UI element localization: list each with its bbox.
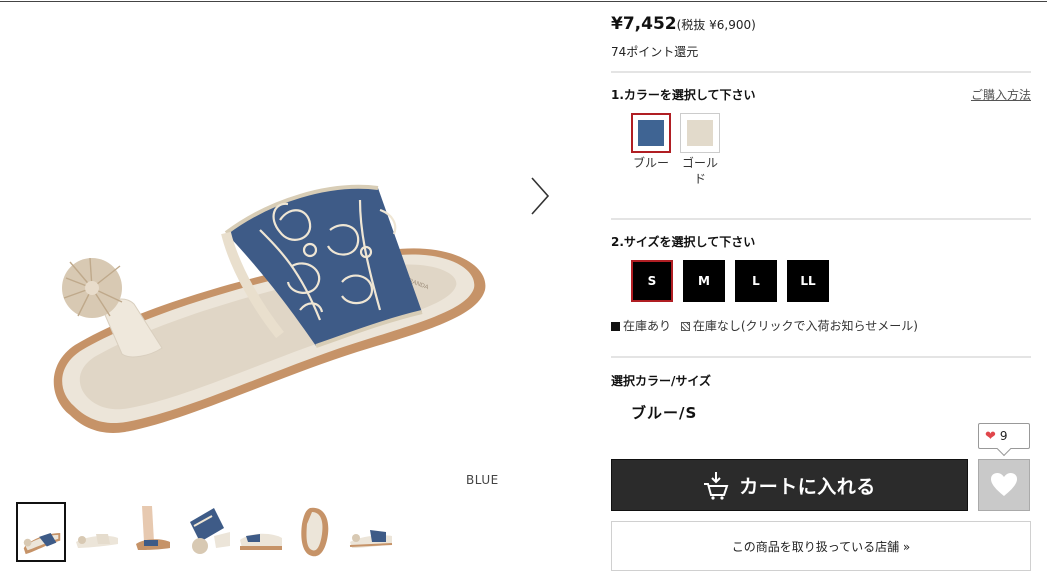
color-option-label: ゴールド (681, 156, 718, 186)
color-option-label: ブルー (632, 156, 669, 170)
size-option-l[interactable]: L (735, 260, 777, 302)
favorite-count: 9 (999, 429, 1008, 443)
favorite-count-bubble: ❤ 9 (978, 423, 1030, 449)
price-tax-note: (税抜 ¥6,900) (676, 18, 756, 32)
heart-icon: ❤ (985, 428, 996, 444)
add-to-cart-button[interactable]: カートに入れる (611, 459, 968, 511)
points-reward: 74ポイント還元 (611, 45, 699, 59)
color-option-gold[interactable]: ゴールド (680, 113, 720, 187)
thumbnail-5[interactable] (236, 502, 286, 562)
color-swatch-box (680, 113, 720, 153)
stores-carrying-item-button[interactable]: この商品を取り扱っている店舗 » (611, 521, 1031, 571)
next-image-arrow[interactable] (528, 174, 558, 218)
divider (611, 356, 1031, 358)
divider (611, 218, 1031, 220)
thumbnail-7[interactable] (346, 502, 396, 562)
thumbnail-2[interactable] (72, 502, 122, 562)
add-to-cart-label: カートに入れる (739, 475, 876, 498)
stock-legend: 在庫あり 在庫なし(クリックで入荷お知らせメール) (611, 317, 918, 334)
in-stock-label: 在庫あり (623, 319, 672, 333)
out-of-stock-label: 在庫なし(クリックで入荷お知らせメール) (692, 319, 918, 333)
favorite-button[interactable] (978, 459, 1030, 511)
color-chip (638, 120, 664, 146)
size-option-s[interactable]: S (631, 260, 673, 302)
color-chip (687, 120, 713, 146)
how-to-buy-link[interactable]: ご購入方法 (971, 86, 1031, 103)
size-section-title: 2.サイズを選択して下さい (611, 235, 756, 249)
top-border (0, 1, 1047, 2)
thumbnail-6[interactable] (292, 502, 342, 562)
price: ¥7,452(税抜 ¥6,900) (611, 14, 756, 34)
size-option-ll[interactable]: LL (787, 260, 829, 302)
in-stock-square-icon (611, 322, 620, 331)
thumbnail-4[interactable] (184, 502, 234, 562)
heart-icon (991, 473, 1017, 496)
color-section-title: 1.カラーを選択して下さい (611, 88, 756, 102)
selected-color-size: ブルー/S (631, 404, 698, 422)
size-option-m[interactable]: M (683, 260, 725, 302)
color-swatch-box (631, 113, 671, 153)
chevron-right-icon (531, 177, 550, 215)
divider (611, 71, 1031, 73)
thumbnail-1[interactable] (16, 502, 66, 562)
selection-title: 選択カラー/サイズ (611, 374, 712, 388)
product-main-image: RANDA (30, 170, 500, 460)
image-color-caption: BLUE (466, 473, 499, 487)
color-option-blue[interactable]: ブルー (631, 113, 671, 171)
price-main: ¥7,452 (611, 14, 677, 34)
out-of-stock-square-icon (680, 322, 690, 331)
thumbnail-3[interactable] (128, 502, 178, 562)
cart-icon (704, 472, 729, 500)
